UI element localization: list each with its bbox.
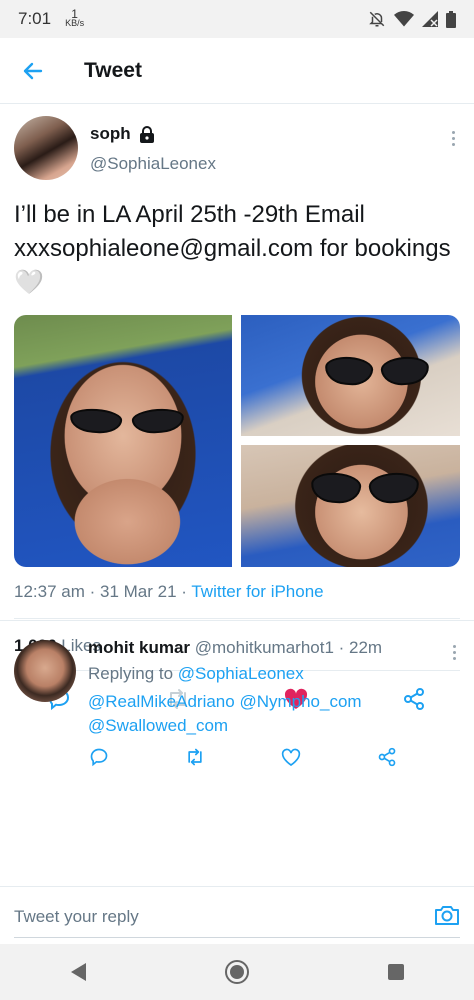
reply-mentions-line: @RealMikeAdriano @Nympho_com [88, 690, 362, 714]
camera-button[interactable] [434, 903, 460, 929]
arrow-left-icon [23, 62, 43, 79]
input-underline [14, 937, 460, 938]
reply-retweet-button[interactable] [184, 746, 206, 768]
network-speed-unit: KB/s [65, 18, 85, 28]
author-name-row: soph [90, 124, 155, 144]
author-avatar[interactable] [14, 116, 78, 180]
network-speed: 1 KB/s [65, 8, 85, 28]
tweet-photo-1[interactable] [14, 315, 232, 567]
back-button[interactable] [0, 38, 66, 104]
divider [0, 620, 474, 621]
battery-icon [446, 10, 456, 28]
share-icon [378, 747, 396, 767]
retweet-icon [188, 748, 202, 766]
status-icons [368, 10, 456, 28]
lock-icon [139, 125, 154, 143]
nav-recents-icon[interactable] [387, 963, 405, 981]
mention-link[interactable]: @SophiaLeonex [178, 664, 304, 683]
wifi-icon [394, 11, 414, 27]
tweet-body: I’ll be in LA April 25th -29th Email xxx… [14, 201, 451, 262]
tweet-photo-2[interactable] [241, 315, 460, 436]
tweet-photo-3[interactable] [241, 445, 460, 567]
camera-icon [435, 906, 459, 925]
reply-mentions-line: @Swallowed_com [88, 714, 228, 738]
nav-home-icon[interactable] [224, 959, 250, 985]
signal-icon [422, 11, 438, 27]
reply-tweet[interactable]: mohit kumar @mohitkumarhot1 · 22m Replyi… [0, 626, 474, 776]
tweet-source-link[interactable]: Twitter for iPhone [191, 582, 323, 601]
page-title: Tweet [84, 58, 142, 82]
tweet-media-grid [14, 315, 460, 567]
tweet-timestamp: 12:37 am · 31 Mar 21 · [14, 582, 187, 601]
top-app-bar: Tweet [0, 38, 474, 104]
mention-link[interactable]: @RealMikeAdriano [88, 692, 235, 711]
reply-composer[interactable]: Tweet your reply [0, 886, 474, 944]
reply-author-avatar[interactable] [14, 640, 76, 702]
status-time: 7:01 [18, 9, 52, 28]
reply-reply-button[interactable] [88, 746, 110, 768]
status-bar: 7:01 1 KB/s [0, 0, 474, 38]
mention-link[interactable]: @Nympho_com [239, 692, 361, 711]
reply-share-button[interactable] [376, 746, 398, 768]
sunglasses-shape [324, 355, 430, 387]
author-handle[interactable]: @SophiaLeonex [90, 154, 216, 174]
reply-input[interactable]: Tweet your reply [14, 907, 139, 927]
reply-icon [90, 748, 108, 767]
reply-author-handle-time: @mohitkumarhot1 · 22m [194, 638, 383, 657]
more-options-button[interactable] [450, 128, 456, 149]
sunglasses-shape [310, 471, 420, 505]
replying-to-label: Replying to [88, 664, 174, 683]
reply-more-options-button[interactable] [453, 642, 456, 663]
white-heart-emoji: 🤍 [14, 269, 44, 296]
author-name[interactable]: soph [90, 124, 131, 144]
heart-outline-icon [281, 748, 301, 766]
reply-header: mohit kumar @mohitkumarhot1 · 22m [88, 638, 382, 658]
nav-back-icon[interactable] [69, 962, 87, 982]
divider [14, 618, 460, 619]
tweet-text: I’ll be in LA April 25th -29th Email xxx… [14, 198, 454, 300]
bell-off-icon [369, 11, 385, 27]
reply-like-button[interactable] [280, 746, 302, 768]
tweet-meta: 12:37 am · 31 Mar 21 · Twitter for iPhon… [14, 582, 324, 602]
system-nav-bar [0, 944, 474, 1000]
replying-to-line: Replying to @SophiaLeonex [88, 662, 304, 686]
mention-link[interactable]: @Swallowed_com [88, 716, 228, 735]
reply-author-name[interactable]: mohit kumar [88, 638, 190, 657]
sunglasses-shape [69, 407, 185, 435]
